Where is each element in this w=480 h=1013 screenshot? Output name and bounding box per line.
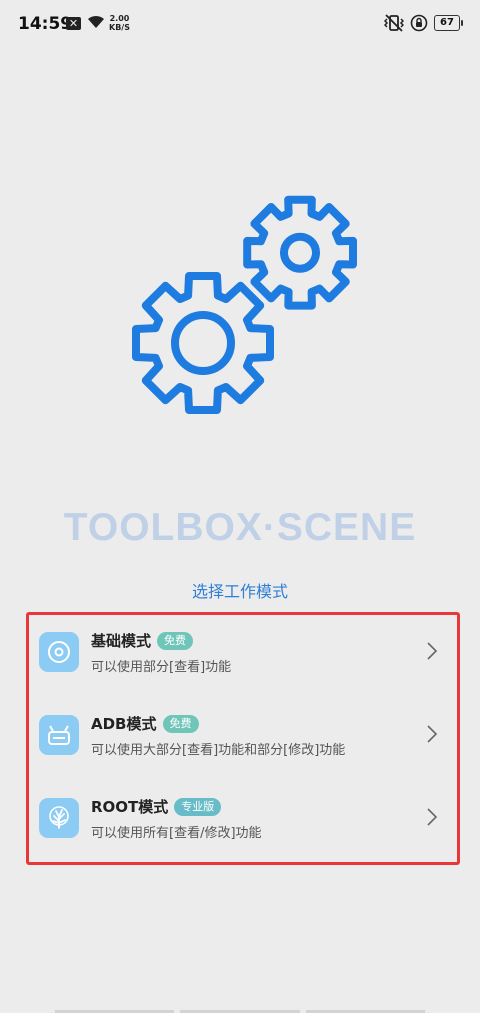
net-speed-value: 2.00: [109, 14, 130, 23]
status-right: 67: [384, 14, 463, 32]
mode-badge: 专业版: [174, 797, 222, 816]
mode-item-root[interactable]: ROOT模式 专业版 可以使用所有[查看/修改]功能: [29, 784, 457, 864]
chevron-right-icon: [427, 642, 438, 660]
lock-rotation-icon: [410, 14, 428, 32]
disc-icon: [39, 632, 79, 672]
chevron-right-icon: [427, 725, 438, 743]
android-icon: [39, 715, 79, 755]
chevron-right-icon: [427, 808, 438, 826]
mode-name: ADB模式: [91, 715, 157, 733]
mode-desc: 可以使用所有[查看/修改]功能: [91, 826, 262, 841]
mode-item-basic[interactable]: 基础模式 免费 可以使用部分[查看]功能: [29, 618, 457, 698]
screen: 14:59 ✕ 2.00 KB/S 67 TOOLBOX·SCENE 选择工作模…: [0, 0, 480, 1013]
mode-name-row: 基础模式 免费: [91, 630, 194, 651]
wifi-icon: [88, 15, 104, 28]
brand-title: TOOLBOX·SCENE: [63, 506, 417, 549]
status-bar: 14:59 ✕ 2.00 KB/S 67: [0, 0, 480, 48]
mode-name-row: ROOT模式 专业版: [91, 796, 222, 817]
mode-list: 基础模式 免费 可以使用部分[查看]功能 ADB模式 免费 可以使用大部分[查看…: [26, 612, 460, 865]
battery-icon: 67: [434, 15, 463, 31]
status-time: 14:59: [18, 14, 73, 34]
mode-name-row: ADB模式 免费: [91, 713, 199, 734]
net-speed-unit: KB/S: [109, 23, 130, 32]
mode-desc: 可以使用大部分[查看]功能和部分[修改]功能: [91, 743, 346, 758]
mode-name: 基础模式: [91, 632, 152, 650]
mode-badge: 免费: [157, 631, 194, 650]
section-title: 选择工作模式: [191, 582, 288, 601]
mode-badge: 免费: [162, 714, 199, 733]
mode-name: ROOT模式: [91, 798, 169, 816]
net-speed: 2.00 KB/S: [109, 14, 130, 32]
gears-icon: [132, 195, 357, 414]
small-gear-icon: [243, 195, 357, 310]
mode-desc: 可以使用部分[查看]功能: [91, 660, 232, 675]
notification-x-icon: ✕: [66, 17, 81, 30]
large-gear-icon: [132, 272, 274, 414]
mode-item-adb[interactable]: ADB模式 免费 可以使用大部分[查看]功能和部分[修改]功能: [29, 701, 457, 781]
tree-icon: [39, 798, 79, 838]
vibrate-icon: [384, 14, 404, 32]
